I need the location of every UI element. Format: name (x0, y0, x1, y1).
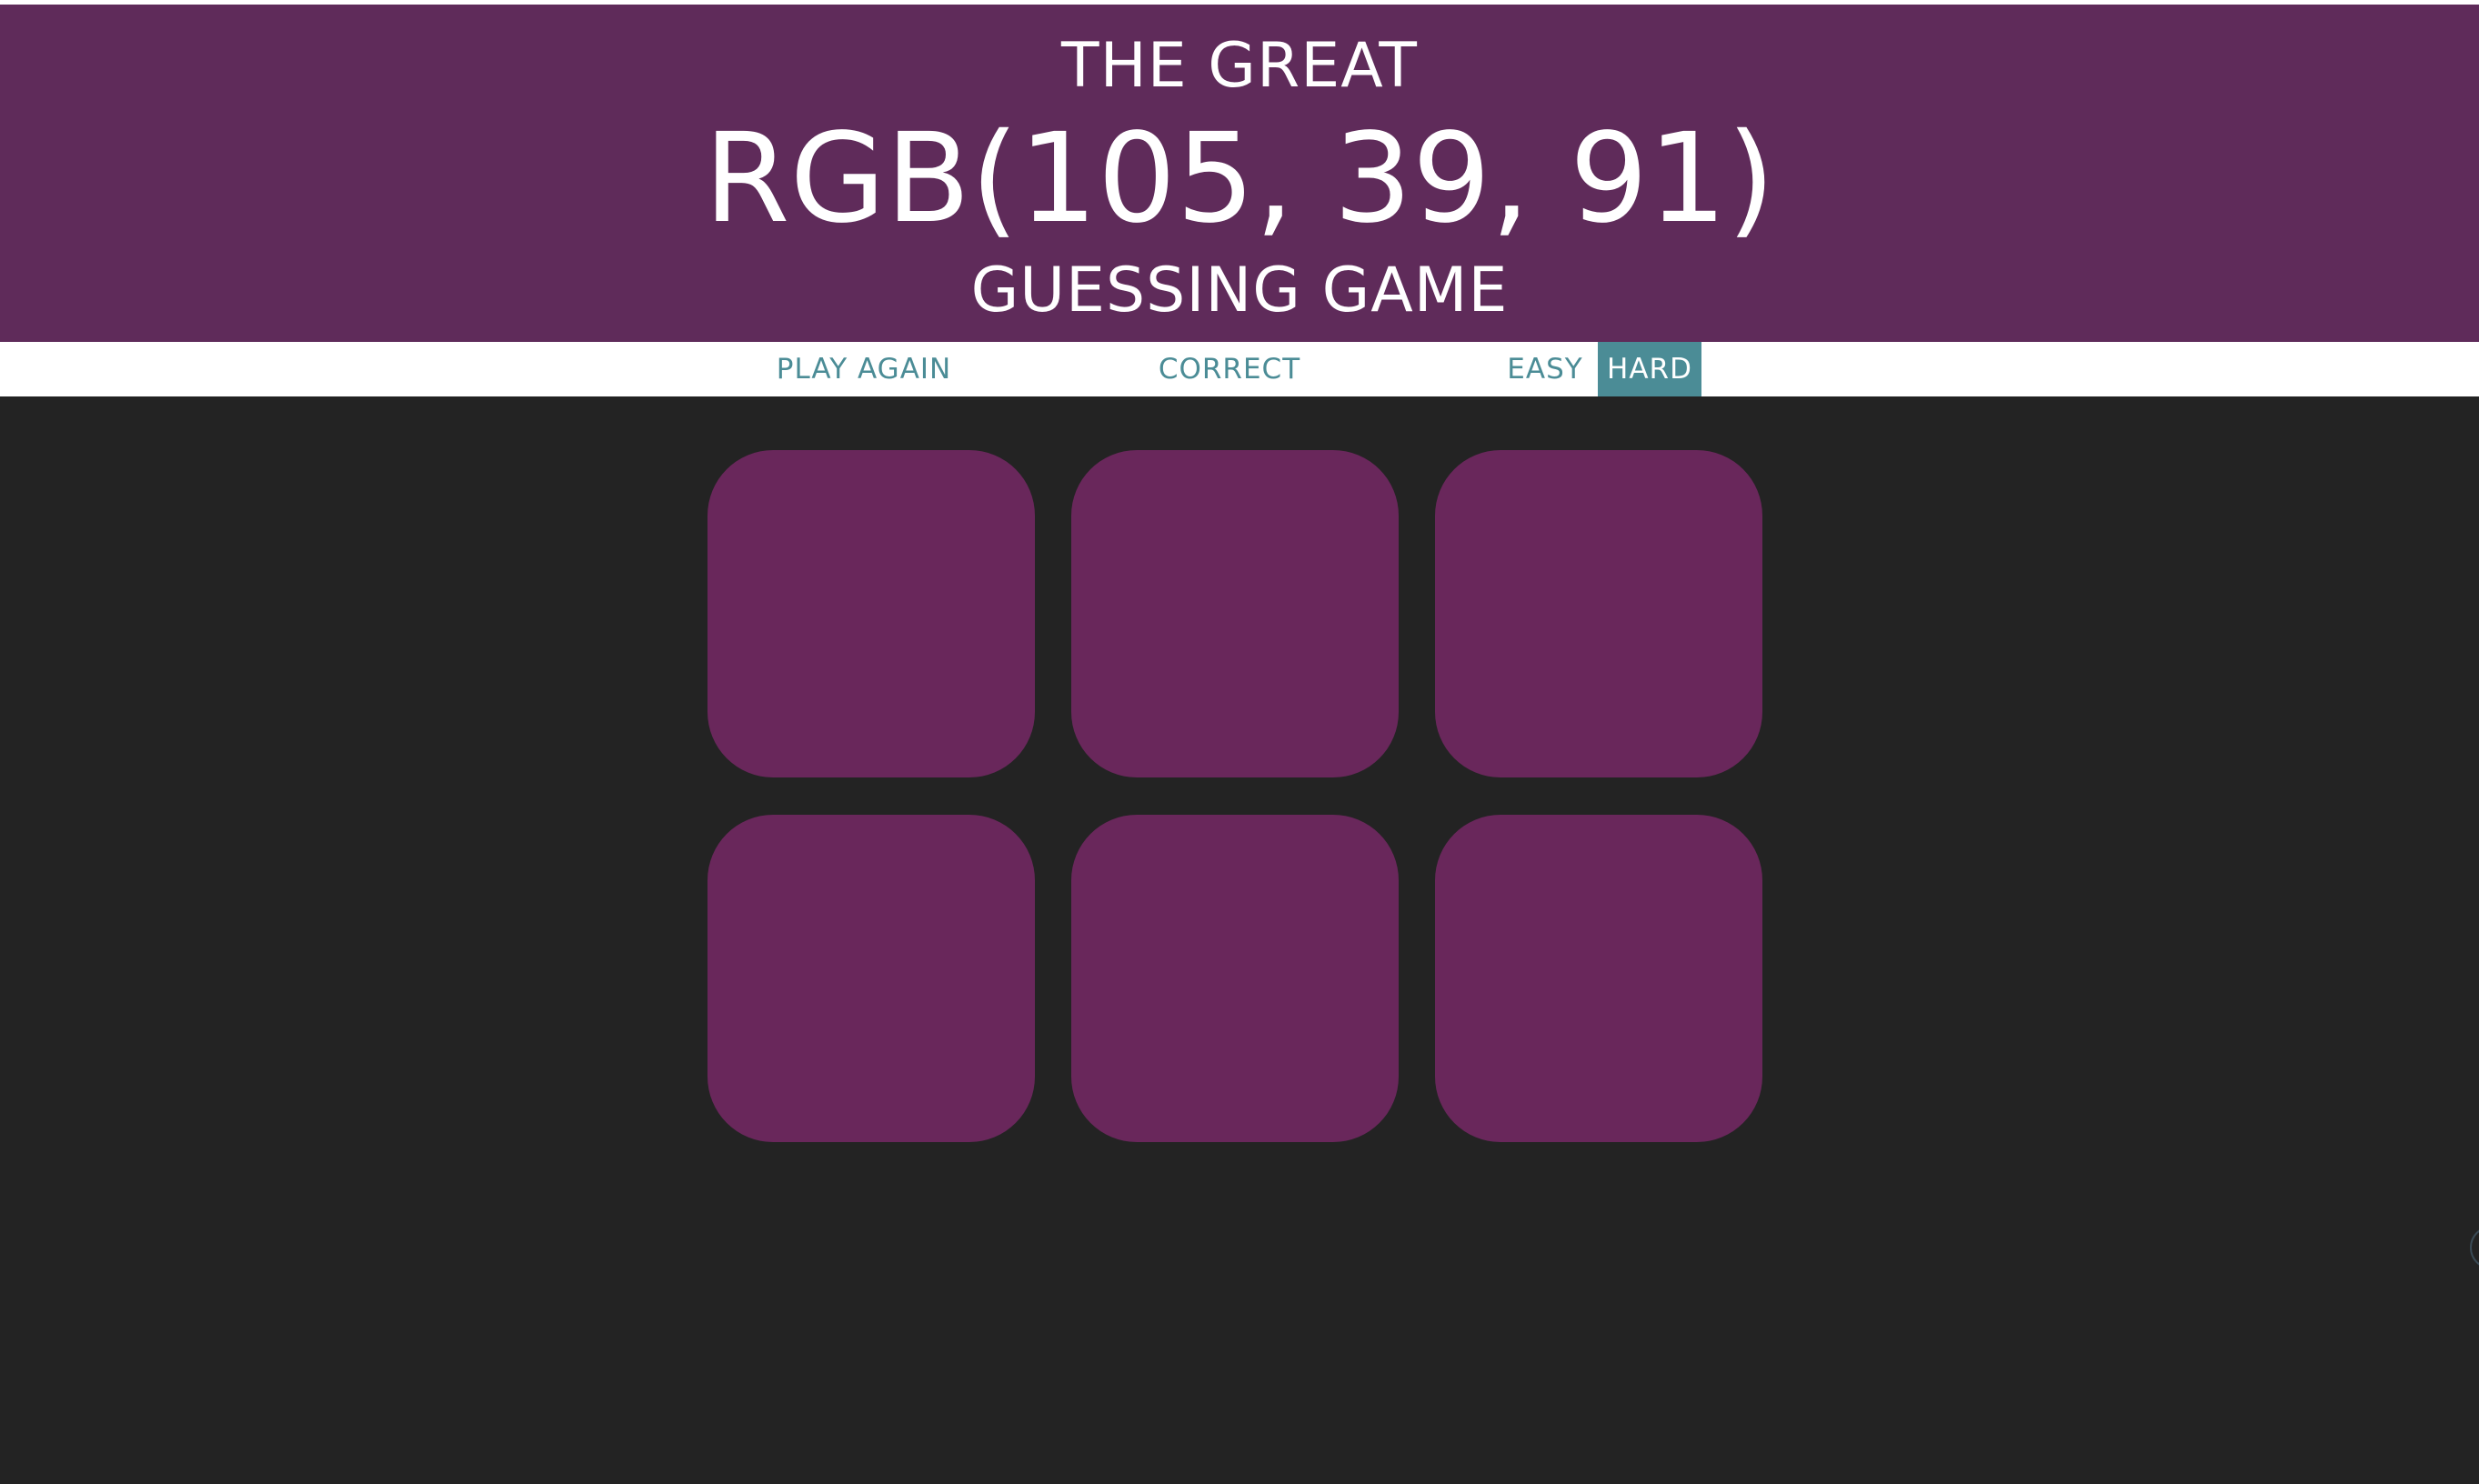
color-square[interactable] (708, 450, 1035, 777)
easy-mode-button[interactable]: EASY (1496, 342, 1594, 396)
color-square[interactable] (1071, 450, 1399, 777)
play-again-button[interactable]: PLAY AGAIN (762, 342, 966, 396)
color-square[interactable] (1435, 450, 1762, 777)
control-stripe: PLAY AGAIN CORRECT EASY HARD (0, 342, 2479, 396)
color-square[interactable] (708, 815, 1035, 1142)
color-board (0, 396, 2479, 1484)
color-square[interactable] (1071, 815, 1399, 1142)
hard-mode-button[interactable]: HARD (1598, 342, 1701, 396)
color-square[interactable] (1435, 815, 1762, 1142)
game-header: THE GREAT RGB(105, 39, 91) GUESSING GAME (0, 5, 2479, 342)
edge-widget-icon[interactable] (2470, 1226, 2479, 1269)
result-message: CORRECT (1158, 353, 1301, 386)
rgb-color-display: RGB(105, 39, 91) (704, 107, 1775, 251)
title-line-the-great: THE GREAT (1061, 30, 1418, 102)
title-line-guessing-game: GUESSING GAME (970, 255, 1509, 326)
